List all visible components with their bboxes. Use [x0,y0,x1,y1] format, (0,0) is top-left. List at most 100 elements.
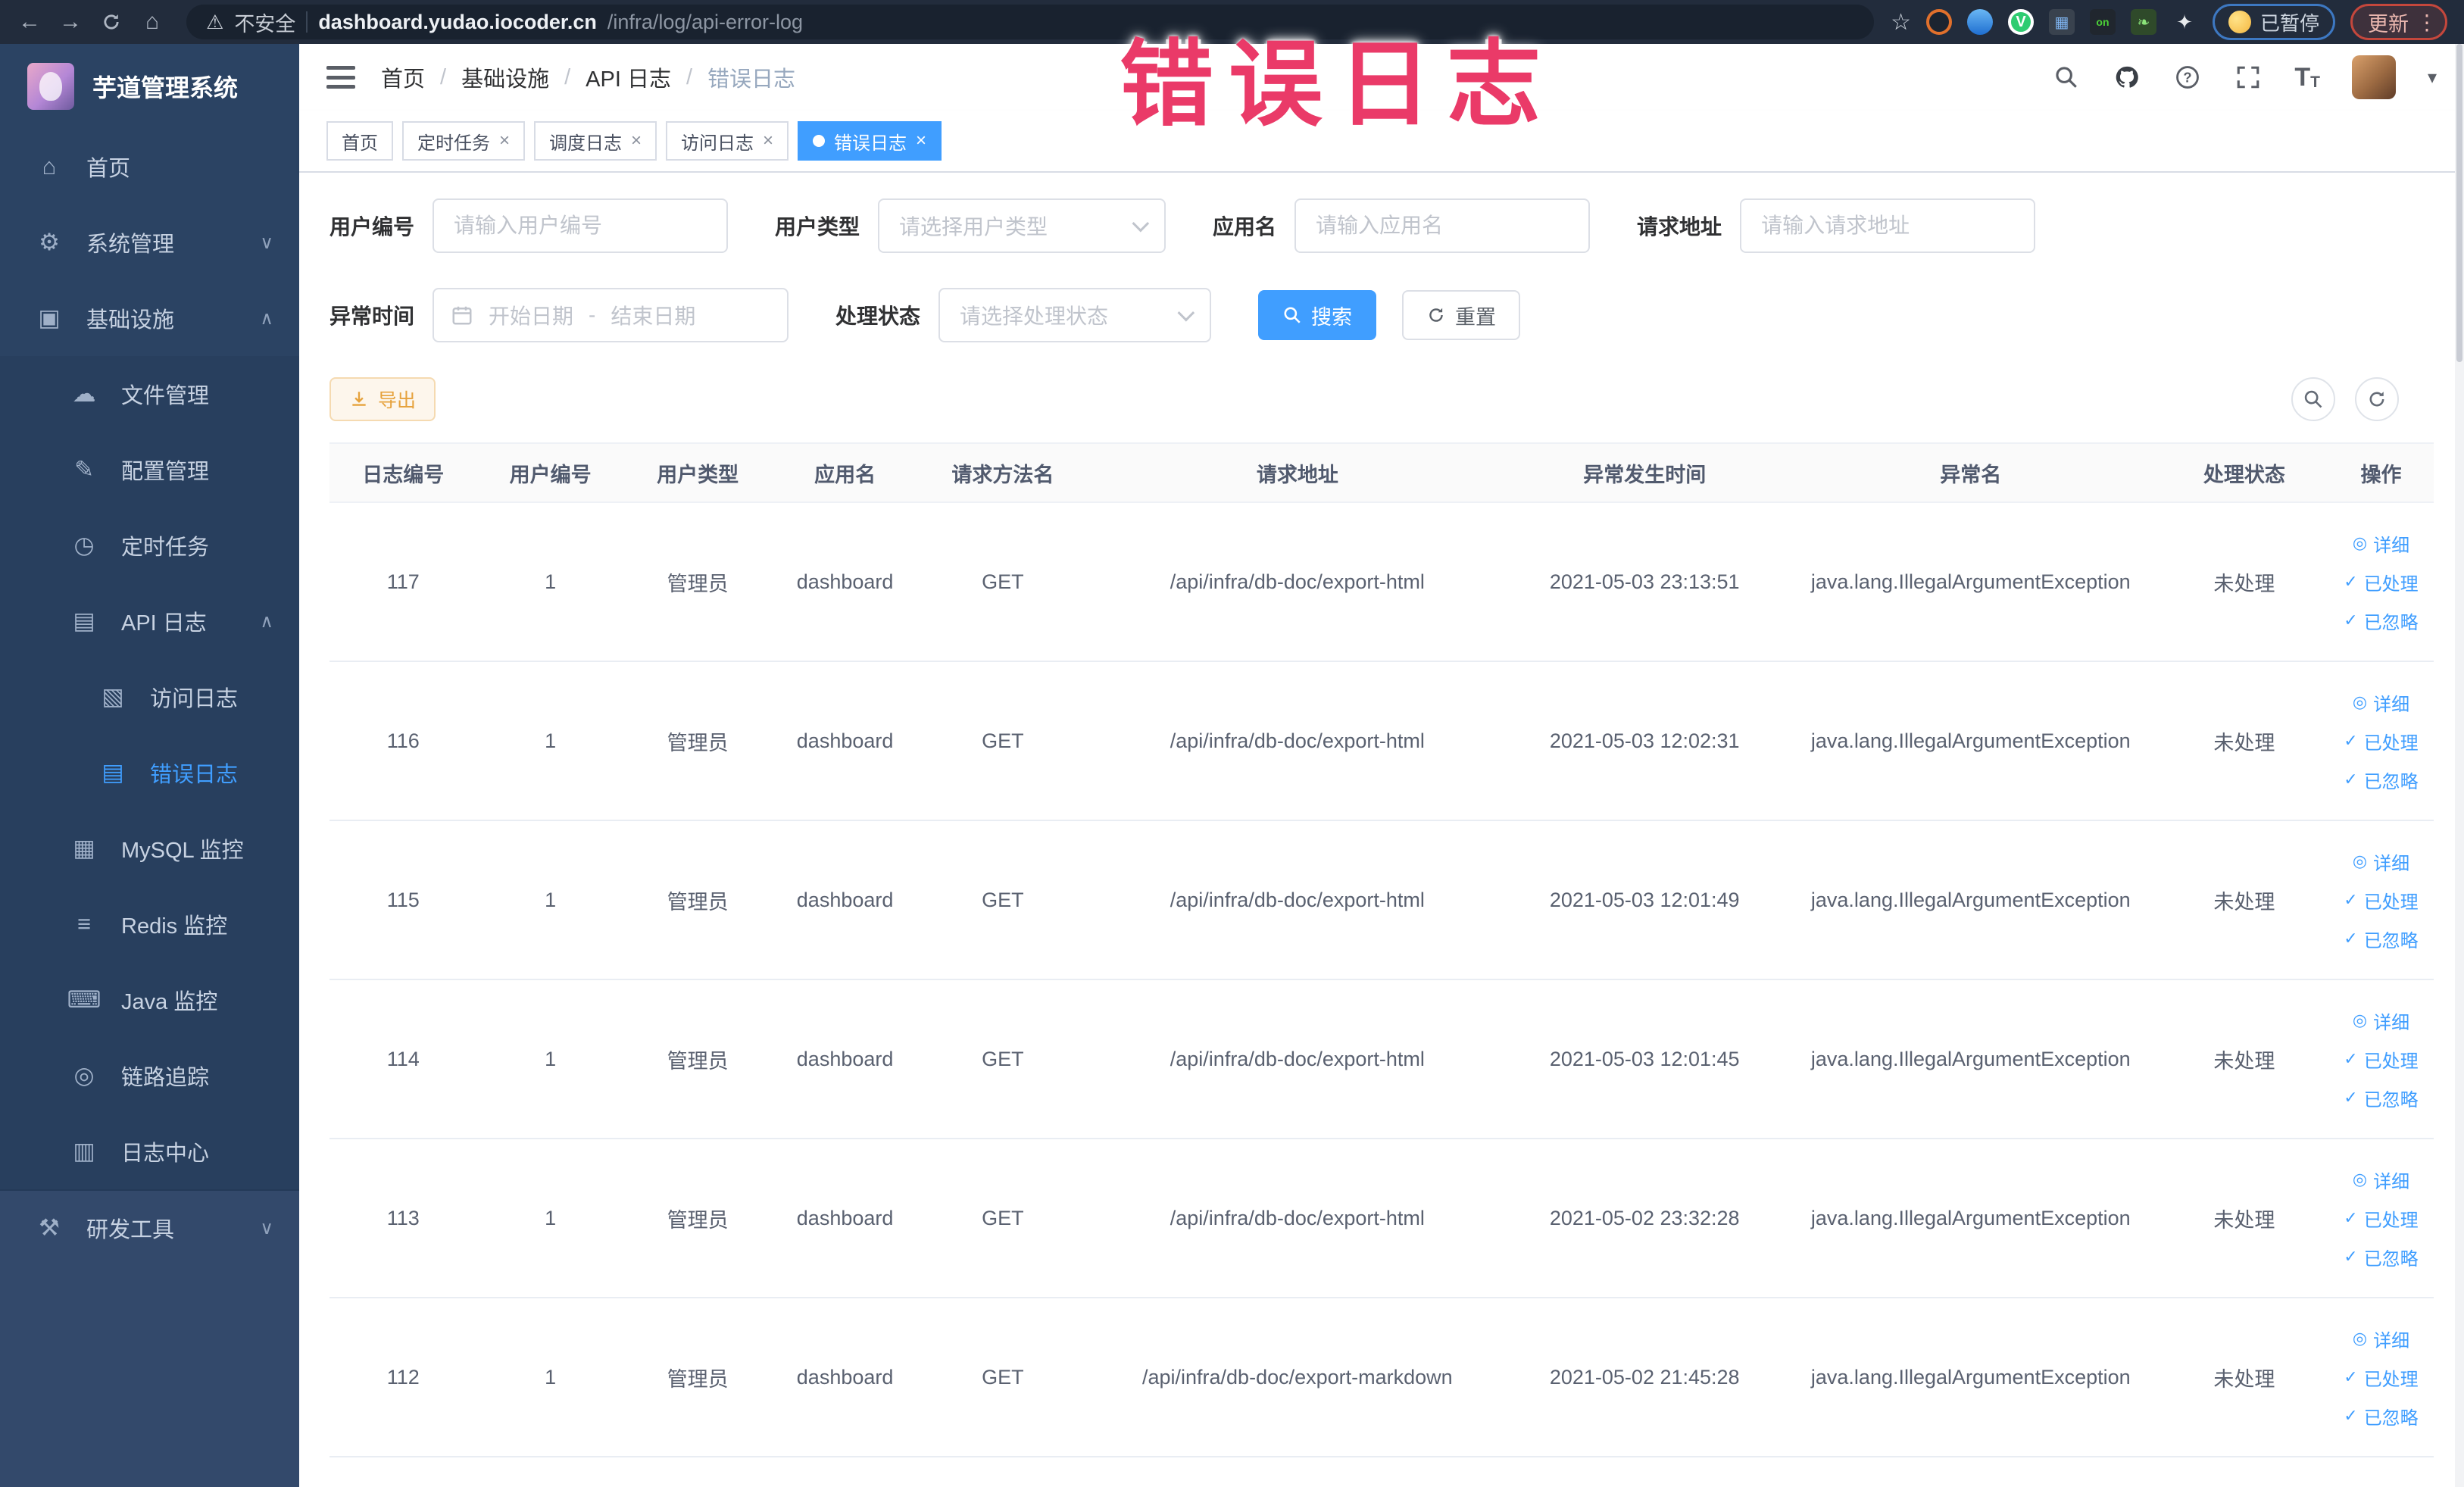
sidebar-item-log-center[interactable]: ▥ 日志中心 [0,1114,299,1189]
font-size-icon[interactable]: TT [2294,64,2320,90]
sidebar-item-trace[interactable]: ◎ 链路追踪 [0,1038,299,1114]
detail-link[interactable]: ◎ 详细 [2353,530,2409,557]
detail-link[interactable]: ◎ 详细 [2353,1167,2409,1193]
url-path: /infra/log/api-error-log [607,10,803,33]
detail-link[interactable]: ◎ 详细 [2353,848,2409,875]
browser-update-button[interactable]: 更新 ⋮ [2350,4,2447,40]
table-toolbar: 导出 [329,377,2434,421]
exception-time-range-picker[interactable]: 开始日期 - 结束日期 [433,288,789,342]
tab-定时任务[interactable]: 定时任务 × [402,121,526,161]
fullscreen-icon[interactable] [2234,63,2263,92]
sidebar-item-mysql-monitor[interactable]: ▦ MySQL 监控 [0,811,299,886]
breadcrumb-infra[interactable]: 基础设施 [461,61,549,93]
tab-label: 调度日志 [549,133,623,154]
browser-address-bar[interactable]: ⚠ 不安全 dashboard.yudao.iocoder.cn/infra/l… [186,5,1875,39]
reload-icon [104,14,119,30]
refresh-table-button[interactable] [2355,377,2399,421]
avatar-dropdown-caret-icon[interactable]: ▾ [2428,67,2437,89]
tab-调度日志[interactable]: 调度日志 × [534,121,657,161]
browser-forward-button[interactable]: → [53,5,88,39]
ignored-link[interactable]: ✓ 已忽略 [2344,926,2418,952]
sidebar-item-java-monitor[interactable]: ⌨ Java 监控 [0,962,299,1038]
browser-reload-button[interactable] [94,5,129,39]
user-type-select[interactable]: 请选择用户类型 [878,198,1166,253]
bookmark-star-icon[interactable]: ☆ [1891,9,1911,36]
time-cell: 2021-05-02 21:45:28 [1549,1365,1740,1389]
extension-icon-grid[interactable]: ▦ [2048,9,2075,35]
method-cell: GET [982,1365,1024,1389]
detail-link[interactable]: ◎ 详细 [2353,689,2409,716]
app-name-input[interactable] [1294,198,1591,253]
sidebar-collapse-icon[interactable] [326,66,355,89]
processed-link[interactable]: ✓ 已处理 [2344,887,2418,914]
toggle-search-button[interactable] [2291,377,2335,421]
processed-link[interactable]: ✓ 已处理 [2344,728,2418,754]
exception-cell: java.lang.IllegalArgumentException [1810,1206,2131,1229]
ignored-link[interactable]: ✓ 已忽略 [2344,1244,2418,1270]
extension-icon-green-v[interactable]: V [2007,9,2034,35]
sidebar-item-dev-tools[interactable]: ⚒ 研发工具 ∨ [0,1189,299,1265]
close-tab-icon[interactable]: × [499,132,510,150]
process-status-select[interactable]: 请选择处理状态 [938,288,1212,342]
scrollbar-thumb[interactable] [2456,44,2462,362]
ignored-link[interactable]: ✓ 已忽略 [2344,767,2418,793]
github-icon[interactable] [2113,63,2141,92]
browser-home-button[interactable]: ⌂ [135,5,170,39]
processed-link[interactable]: ✓ 已处理 [2344,1205,2418,1232]
close-tab-icon[interactable]: × [631,132,642,150]
user-id-cell: 1 [545,570,557,593]
extension-icon-blue[interactable] [1966,9,1993,35]
processed-link[interactable]: ✓ 已处理 [2344,1364,2418,1391]
extension-icon-leaf[interactable]: ❧ [2130,9,2156,35]
browser-back-button[interactable]: ← [12,5,47,39]
user-avatar[interactable] [2351,55,2396,99]
sidebar-item-error-log[interactable]: ▤ 错误日志 [0,735,299,811]
help-icon[interactable]: ? [2173,63,2202,92]
method-cell: GET [982,888,1024,911]
sidebar-item-file-manage[interactable]: ☁ 文件管理 [0,356,299,432]
sidebar-item-config-manage[interactable]: ✎ 配置管理 [0,432,299,508]
ignored-link[interactable]: ✓ 已忽略 [2344,1085,2418,1111]
sidebar-item-label: 基础设施 [86,308,175,333]
method-cell: GET [982,570,1024,593]
cron-job-icon: ◷ [73,532,95,558]
close-tab-icon[interactable]: × [763,132,773,150]
tab-错误日志[interactable]: 错误日志 × [798,121,942,161]
breadcrumb-home[interactable]: 首页 [381,61,425,93]
reset-button[interactable]: 重置 [1402,290,1521,340]
extensions-puzzle-icon[interactable]: ✦ [2172,9,2197,35]
close-tab-icon[interactable]: × [916,132,926,150]
header-search-icon[interactable] [2052,63,2081,92]
page-scrollbar[interactable] [2455,44,2464,1487]
sidebar-item-system-manage[interactable]: ⚙ 系统管理 ∨ [0,205,299,280]
tab-访问日志[interactable]: 访问日志 × [666,121,789,161]
sidebar-item-cron-job[interactable]: ◷ 定时任务 [0,508,299,583]
extension-icon-on-badge[interactable]: on [2089,9,2116,35]
extension-icon-orange[interactable] [1925,9,1952,35]
tab-首页[interactable]: 首页 [326,121,393,161]
search-button[interactable]: 搜索 [1258,290,1377,340]
ignored-link[interactable]: ✓ 已忽略 [2344,1403,2418,1429]
detail-link[interactable]: ◎ 详细 [2353,1007,2409,1034]
sidebar-item-redis-monitor[interactable]: ≡ Redis 监控 [0,886,299,962]
user-id-input[interactable] [433,198,729,253]
sidebar-item-infra[interactable]: ▣ 基础设施 ∧ [0,280,299,356]
calendar-icon [452,306,472,325]
column-header-5: 请求方法名 [951,463,1054,486]
processed-link[interactable]: ✓ 已处理 [2344,1046,2418,1073]
sidebar-logo-row[interactable]: 芋道管理系统 [0,44,299,129]
request-url-input[interactable] [1740,198,2036,253]
export-button[interactable]: 导出 [329,377,436,421]
paused-badge[interactable]: 已暂停 [2212,4,2335,40]
user-type-placeholder: 请选择用户类型 [899,215,1048,239]
sidebar-item-api-log[interactable]: ▤ API 日志 ∧ [0,583,299,659]
breadcrumb-api-log[interactable]: API 日志 [586,61,671,93]
sidebar-item-access-log[interactable]: ▧ 访问日志 [0,659,299,735]
range-separator: - [589,303,596,326]
browser-toolbar: ← → ⌂ ⚠ 不安全 dashboard.yudao.iocoder.cn/i… [0,0,2464,44]
detail-link[interactable]: ◎ 详细 [2353,1326,2409,1352]
ignored-link[interactable]: ✓ 已忽略 [2344,608,2418,634]
browser-menu-kebab-icon[interactable]: ⋮ [2416,10,2437,35]
sidebar-item-home[interactable]: ⌂ 首页 [0,129,299,205]
processed-link[interactable]: ✓ 已处理 [2344,569,2418,595]
